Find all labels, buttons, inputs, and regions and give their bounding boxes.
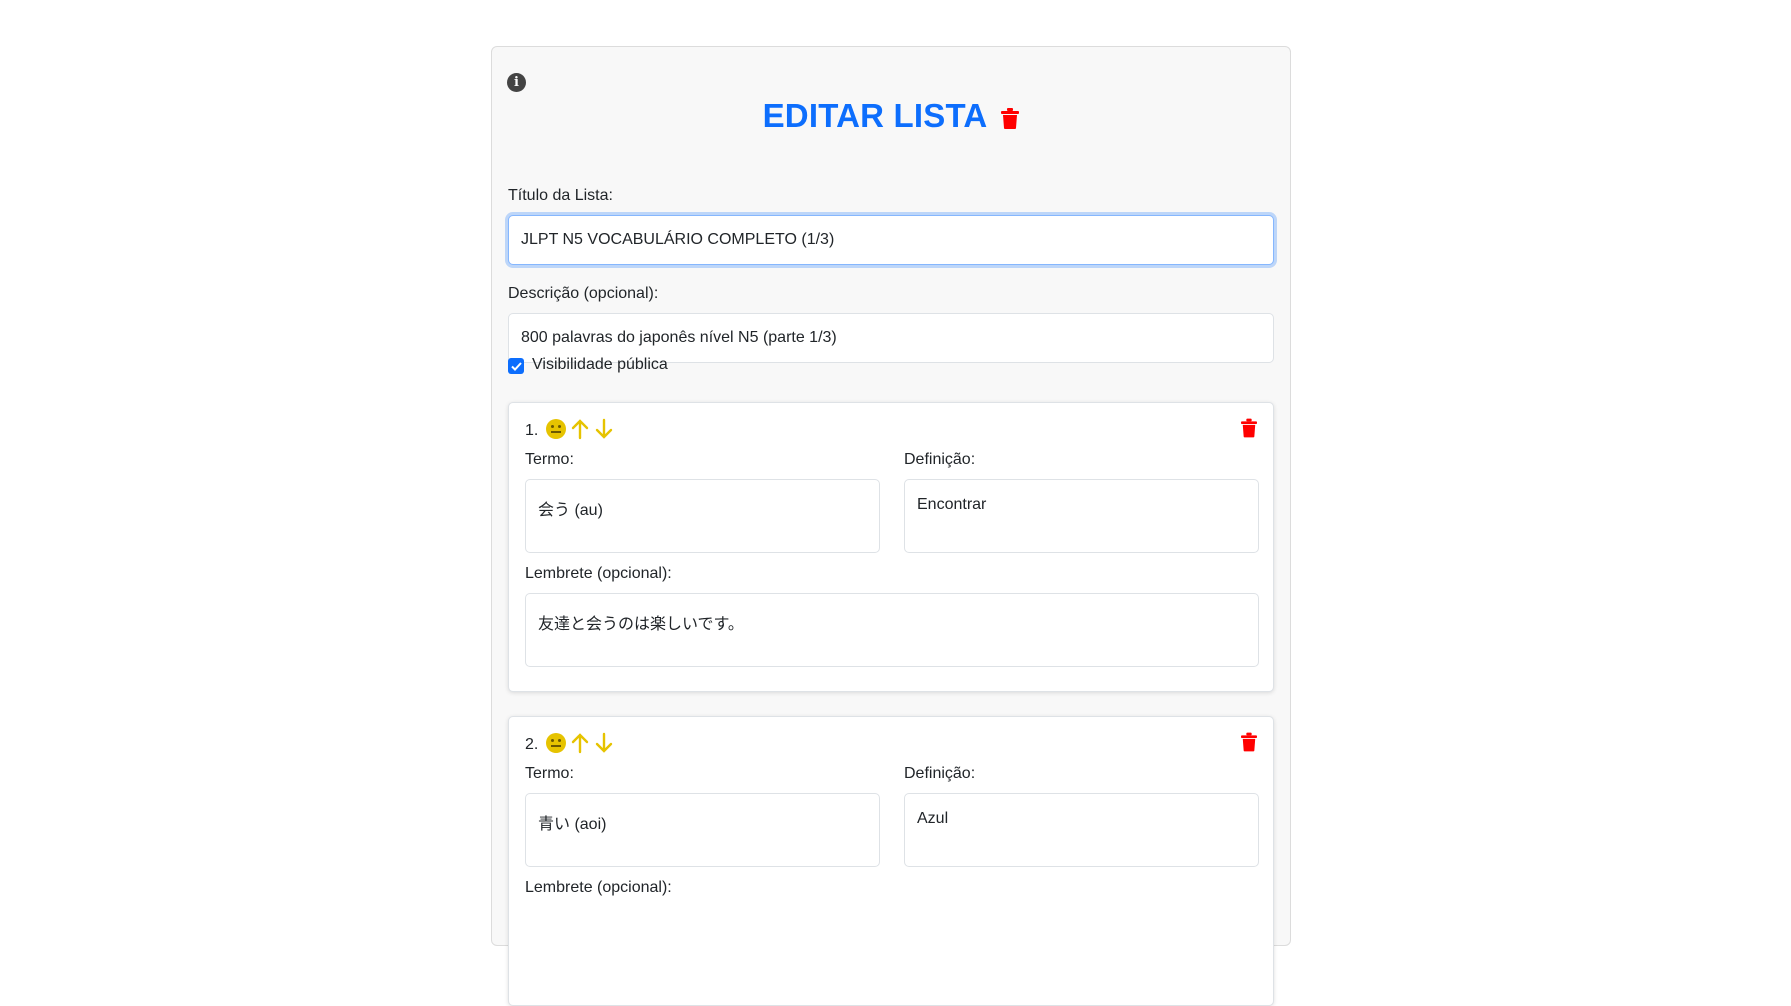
- page-title: EDITAR LISTA: [762, 97, 988, 134]
- delete-list-trash-icon[interactable]: [1001, 107, 1020, 129]
- term-input[interactable]: 青い (aoi): [525, 793, 880, 867]
- card-header: 1.: [525, 418, 614, 440]
- definition-value: Azul: [917, 810, 949, 827]
- description-value: 800 palavras do japonês nível N5 (parte …: [521, 329, 837, 346]
- title-row: EDITAR LISTA: [492, 97, 1290, 135]
- term-input[interactable]: 会う (au): [525, 479, 880, 553]
- term-card: 1. Termo: Definição: 会う (au) Encontrar L…: [508, 402, 1274, 692]
- definition-input[interactable]: Azul: [904, 793, 1259, 867]
- delete-term-trash-icon[interactable]: [1241, 418, 1257, 438]
- term-card: 2. Termo: Definição: 青い (aoi) Azul Lembr…: [508, 716, 1274, 1006]
- reminder-value: 友達と会うのは楽しいです。: [538, 616, 744, 633]
- definition-label: Definição:: [904, 765, 976, 782]
- visibility-checkbox[interactable]: [508, 358, 524, 374]
- arrow-up-icon[interactable]: [570, 732, 590, 754]
- delete-term-trash-icon[interactable]: [1241, 732, 1257, 752]
- term-value: 青い (aoi): [538, 816, 607, 833]
- definition-label: Definição:: [904, 451, 976, 468]
- arrow-down-icon[interactable]: [594, 418, 614, 440]
- arrow-up-icon[interactable]: [570, 418, 590, 440]
- reminder-input[interactable]: 友達と会うのは楽しいです。: [525, 593, 1259, 667]
- term-value: 会う (au): [538, 502, 603, 519]
- list-title-input[interactable]: JLPT N5 VOCABULÁRIO COMPLETO (1/3): [508, 215, 1274, 265]
- term-label: Termo:: [525, 451, 574, 468]
- card-number: 2.: [525, 736, 539, 753]
- info-icon[interactable]: i: [507, 73, 526, 92]
- description-label: Descrição (opcional):: [508, 285, 659, 302]
- edit-list-panel: i EDITAR LISTA Título da Lista: JLPT N5 …: [491, 46, 1291, 1006]
- neutral-face-icon[interactable]: [546, 419, 567, 439]
- list-title-label: Título da Lista:: [508, 187, 613, 204]
- reminder-label: Lembrete (opcional):: [525, 565, 672, 582]
- card-number: 1.: [525, 422, 539, 439]
- definition-input[interactable]: Encontrar: [904, 479, 1259, 553]
- definition-value: Encontrar: [917, 496, 987, 513]
- reminder-label: Lembrete (opcional):: [525, 879, 672, 896]
- arrow-down-icon[interactable]: [594, 732, 614, 754]
- list-title-value: JLPT N5 VOCABULÁRIO COMPLETO (1/3): [521, 231, 835, 248]
- neutral-face-icon[interactable]: [546, 733, 567, 753]
- term-label: Termo:: [525, 765, 574, 782]
- check-icon: [510, 361, 522, 371]
- visibility-label: Visibilidade pública: [532, 356, 668, 373]
- card-header: 2.: [525, 732, 614, 754]
